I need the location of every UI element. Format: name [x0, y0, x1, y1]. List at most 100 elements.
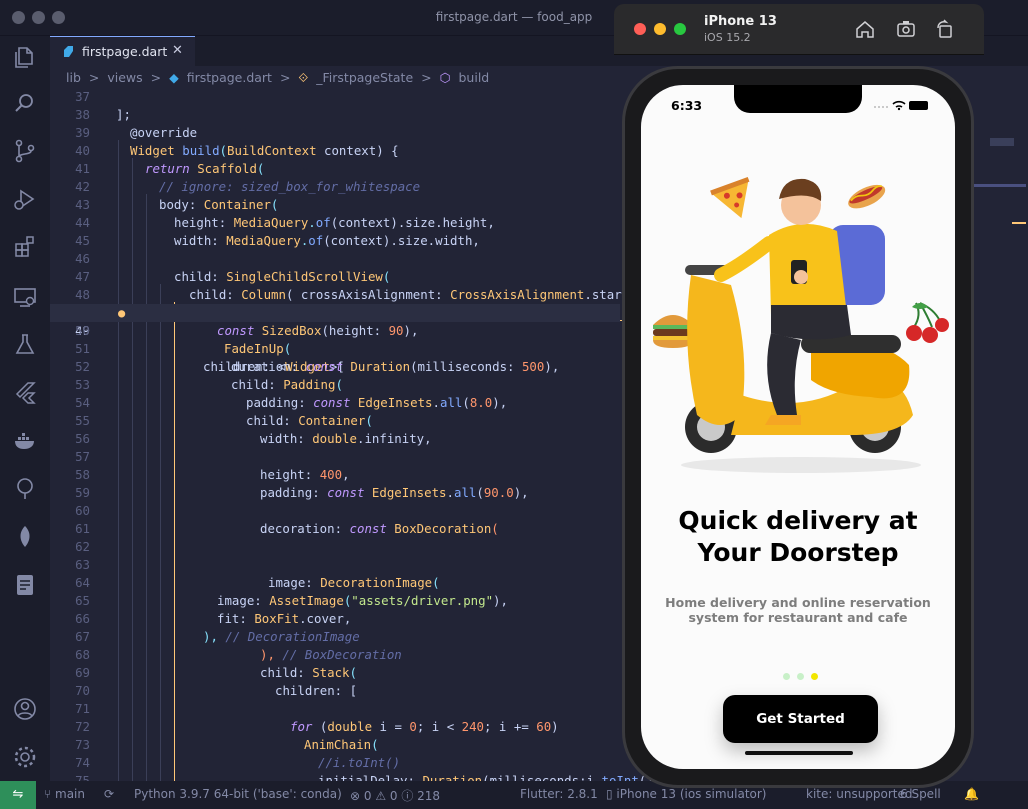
simulator-close-button[interactable]	[634, 23, 646, 35]
phone-screen: 6:33 Quick delivery at Your Doorstep Hom…	[641, 85, 955, 769]
breadcrumb-method[interactable]: build	[459, 70, 490, 85]
flutter-version[interactable]: Flutter: 2.8.1	[520, 787, 598, 801]
hotdog-icon	[848, 184, 886, 209]
search-icon[interactable]	[12, 90, 38, 116]
branch-indicator[interactable]: ⑂ main	[44, 787, 85, 801]
rotate-icon[interactable]	[934, 18, 956, 40]
code-line: 71	[75, 701, 90, 716]
simulator-minimize-button[interactable]	[654, 23, 666, 35]
flutter-icon[interactable]	[12, 380, 38, 406]
battery-icon	[909, 101, 928, 110]
method-symbol-icon: ⬡	[439, 70, 451, 85]
code-line: 67), // DecorationImage	[75, 629, 360, 644]
breadcrumb-file[interactable]: firstpage.dart	[187, 70, 272, 85]
simulator-zoom-button[interactable]	[674, 23, 686, 35]
notifications-bell-icon[interactable]: 🔔	[964, 787, 979, 801]
remote-indicator-icon[interactable]: ⇋	[0, 781, 36, 809]
mongodb-leaf-icon[interactable]	[12, 524, 38, 550]
phone-notch	[734, 85, 862, 113]
tab-label: firstpage.dart	[82, 44, 168, 59]
sync-icon[interactable]: ⟳	[104, 787, 114, 801]
breadcrumb-views[interactable]: views	[107, 70, 142, 85]
tab-firstpage-dart[interactable]: firstpage.dart ✕	[50, 36, 195, 66]
code-line: 56 width: double.infinity,	[75, 431, 432, 446]
code-line: 58 height: 400,	[75, 467, 350, 482]
remote-explorer-icon[interactable]	[12, 284, 38, 310]
cherries-icon	[906, 302, 949, 343]
burger-icon	[653, 315, 693, 348]
breadcrumb-lib[interactable]: lib	[66, 70, 81, 85]
breadcrumb-separator: >	[421, 70, 432, 85]
notes-icon[interactable]	[12, 572, 38, 598]
code-line: 54 padding: const EdgeInsets.all(8.0),	[75, 395, 508, 410]
testing-flask-icon[interactable]	[12, 332, 38, 358]
breadcrumb-separator: >	[88, 70, 100, 85]
code-line: 37	[75, 89, 90, 104]
status-time: 6:33	[671, 98, 703, 113]
home-indicator[interactable]	[745, 751, 853, 755]
home-icon[interactable]	[854, 18, 876, 40]
simulator-titlebar: iPhone 13 iOS 15.2	[614, 4, 984, 54]
problems-indicator[interactable]: ⊗ 0 ⚠ 0 ⓘ 218	[350, 787, 440, 804]
code-line: 65 image: AssetImage("assets/driver.png")…	[75, 593, 508, 608]
tree-view-icon[interactable]	[12, 476, 38, 502]
spell-check[interactable]: 6 Spell	[900, 787, 941, 801]
run-debug-icon[interactable]	[12, 186, 38, 212]
minimap-marker	[1012, 222, 1026, 224]
code-line: 44 height: MediaQuery.of(context).size.he…	[75, 215, 495, 230]
code-line: 61 decoration: const BoxDecoration(	[75, 521, 499, 536]
code-line: 53 child: Padding(	[75, 377, 343, 392]
screenshot-camera-icon[interactable]	[895, 18, 917, 40]
code-line: 45 width: MediaQuery.of(context).size.wid…	[75, 233, 480, 248]
code-line: 73 AnimChain(	[75, 737, 379, 752]
minimap-slider[interactable]	[970, 184, 1026, 187]
code-line: 59 padding: const EdgeInsets.all(90.0),	[75, 485, 529, 500]
breadcrumb-class[interactable]: _FirstpageState	[316, 70, 413, 85]
code-line: 46	[75, 251, 90, 266]
page-dot[interactable]	[783, 673, 790, 680]
lightbulb-icon[interactable]: ●	[118, 304, 125, 322]
get-started-button[interactable]: Get Started	[723, 695, 878, 743]
code-line: 63	[75, 557, 90, 572]
code-line: 52 duration: const Duration(milliseconds:…	[75, 359, 560, 374]
source-control-icon[interactable]	[12, 138, 38, 164]
code-line: 40 Widget build(BuildContext context) {	[75, 143, 399, 158]
status-icons	[874, 100, 928, 111]
accounts-icon[interactable]	[12, 696, 38, 722]
delivery-illustration	[653, 176, 949, 473]
activity-bar	[0, 36, 50, 781]
code-line: 66 fit: BoxFit.cover,	[75, 611, 352, 626]
code-line: 60	[75, 503, 90, 518]
hero-title-line2: Your Doorstep	[697, 538, 899, 567]
signal-icon	[874, 106, 888, 108]
kite-status[interactable]: kite: unsupported	[806, 787, 913, 801]
settings-gear-icon[interactable]	[12, 744, 38, 770]
wifi-icon	[892, 100, 906, 108]
extensions-icon[interactable]	[12, 234, 38, 260]
breadcrumb-separator: >	[279, 70, 291, 85]
code-line: 39 @override	[75, 125, 198, 140]
code-line: 57	[75, 449, 90, 464]
close-icon[interactable]: ✕	[172, 43, 183, 58]
breadcrumb-separator: >	[150, 70, 162, 85]
code-line: 42// ignore: sized_box_for_whitespace	[75, 179, 421, 194]
hero-title-line1: Quick delivery at	[678, 506, 918, 535]
code-line: 48 child: Column( crossAxisAlignment: Cro…	[75, 287, 637, 302]
page-indicator	[781, 673, 821, 681]
code-line: 50 const SizedBox(height: 90),	[75, 323, 419, 338]
hero-subtitle-line1: Home delivery and online reservation	[665, 595, 931, 610]
page-dot-active[interactable]	[811, 673, 818, 680]
hero-subtitle: Home delivery and online reservation sys…	[661, 595, 935, 625]
minimap[interactable]	[990, 138, 1014, 146]
iphone-frame: 6:33 Quick delivery at Your Doorstep Hom…	[622, 66, 974, 788]
page-dot[interactable]	[797, 673, 804, 680]
docker-icon[interactable]	[12, 428, 38, 454]
code-line: 47 child: SingleChildScrollView(	[75, 269, 391, 284]
code-line: 70 children: [	[75, 683, 358, 698]
python-interpreter[interactable]: Python 3.9.7 64-bit ('base': conda)	[134, 787, 342, 801]
pizza-icon	[710, 176, 750, 219]
explorer-icon[interactable]	[12, 44, 38, 70]
device-selector[interactable]: ▯ iPhone 13 (ios simulator)	[606, 787, 766, 801]
code-line: 38];	[75, 107, 131, 122]
breadcrumb: lib > views > ◆ firstpage.dart > ⟐ _Firs…	[66, 70, 493, 88]
